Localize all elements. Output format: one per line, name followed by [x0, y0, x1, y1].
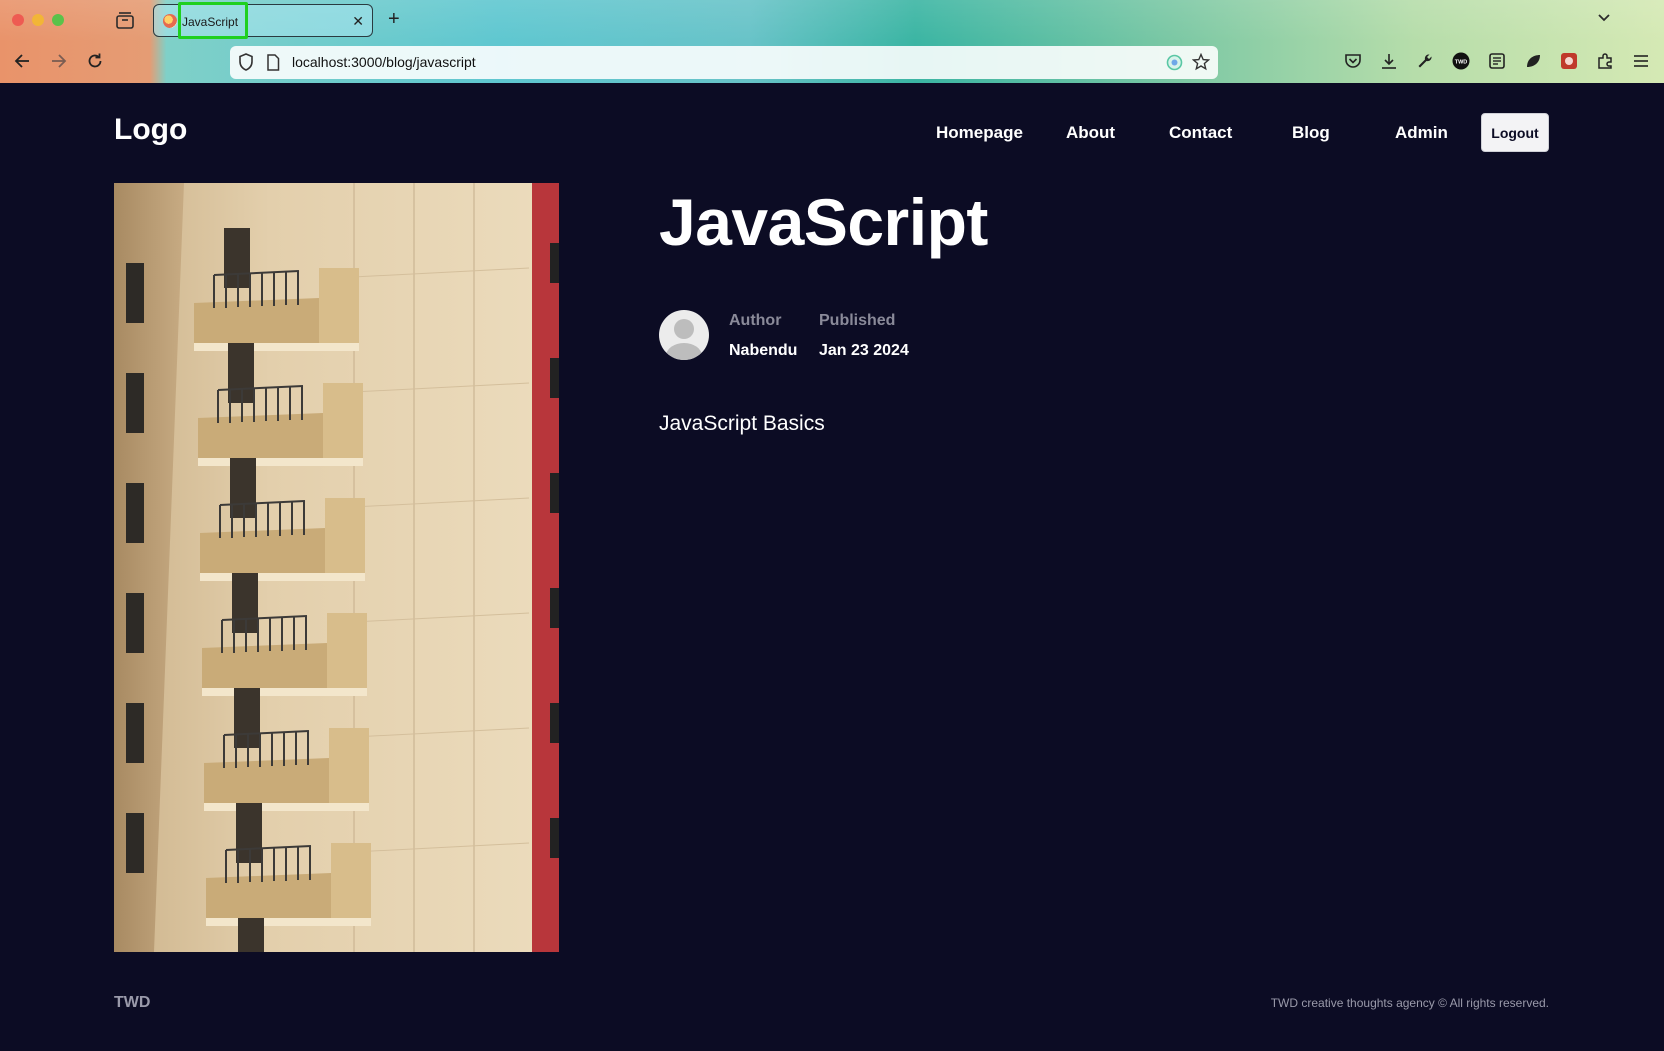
- site-logo[interactable]: Logo: [114, 113, 187, 147]
- site-favicon-icon: [163, 14, 177, 28]
- footer-copyright: TWD creative thoughts agency © All right…: [1270, 996, 1549, 1010]
- extension-icon[interactable]: [1166, 54, 1183, 71]
- browser-chrome: JavaScript ✕ + localhost:3000/blog/javas…: [0, 0, 1664, 83]
- pocket-icon[interactable]: [1344, 52, 1362, 70]
- shield-icon[interactable]: [238, 53, 254, 71]
- forward-arrow-icon[interactable]: [50, 52, 68, 70]
- footer-brand: TWD: [114, 994, 151, 1011]
- post-title: JavaScript: [659, 185, 988, 259]
- wrench-icon[interactable]: [1416, 52, 1434, 70]
- close-tab-icon[interactable]: ✕: [352, 13, 364, 30]
- download-icon[interactable]: [1380, 52, 1398, 70]
- menu-icon[interactable]: [1632, 52, 1650, 70]
- post-body: JavaScript Basics: [659, 412, 825, 435]
- page-icon: [267, 54, 280, 71]
- tab-overview-icon[interactable]: [115, 11, 135, 29]
- leaf-extension-icon[interactable]: [1524, 52, 1542, 70]
- close-window-button[interactable]: [12, 14, 24, 26]
- nav-about[interactable]: About: [1066, 123, 1115, 143]
- tab-javascript[interactable]: JavaScript ✕: [153, 2, 373, 39]
- building-facade-illustration: [114, 183, 559, 952]
- author-label: Author: [729, 312, 782, 329]
- chevron-down-icon[interactable]: [1596, 10, 1612, 26]
- url-input[interactable]: localhost:3000/blog/javascript: [292, 54, 476, 70]
- nav-blog[interactable]: Blog: [1292, 123, 1330, 143]
- back-arrow-icon[interactable]: [13, 52, 31, 70]
- maximize-window-button[interactable]: [52, 14, 64, 26]
- twd-extension-icon[interactable]: TWD: [1452, 52, 1470, 70]
- reader-view-icon[interactable]: [1488, 52, 1506, 70]
- author-name: Nabendu: [729, 342, 798, 359]
- nav-homepage[interactable]: Homepage: [936, 123, 1023, 143]
- tab-title-highlight: [178, 2, 248, 39]
- post-cover-image: [114, 183, 559, 952]
- published-date: Jan 23 2024: [819, 342, 909, 359]
- published-label: Published: [819, 312, 896, 329]
- logout-button[interactable]: Logout: [1481, 113, 1549, 152]
- svg-text:TWD: TWD: [1455, 60, 1468, 66]
- reload-icon[interactable]: [86, 52, 104, 70]
- author-avatar: [659, 310, 709, 360]
- nav-contact[interactable]: Contact: [1169, 123, 1232, 143]
- minimize-window-button[interactable]: [32, 14, 44, 26]
- user-icon: [666, 319, 702, 360]
- bookmark-star-icon[interactable]: [1192, 53, 1210, 71]
- nav-admin[interactable]: Admin: [1395, 123, 1448, 143]
- extensions-puzzle-icon[interactable]: [1596, 52, 1614, 70]
- photo-extension-icon[interactable]: [1560, 52, 1578, 70]
- new-tab-icon[interactable]: +: [388, 8, 400, 31]
- address-bar[interactable]: localhost:3000/blog/javascript: [230, 46, 1218, 79]
